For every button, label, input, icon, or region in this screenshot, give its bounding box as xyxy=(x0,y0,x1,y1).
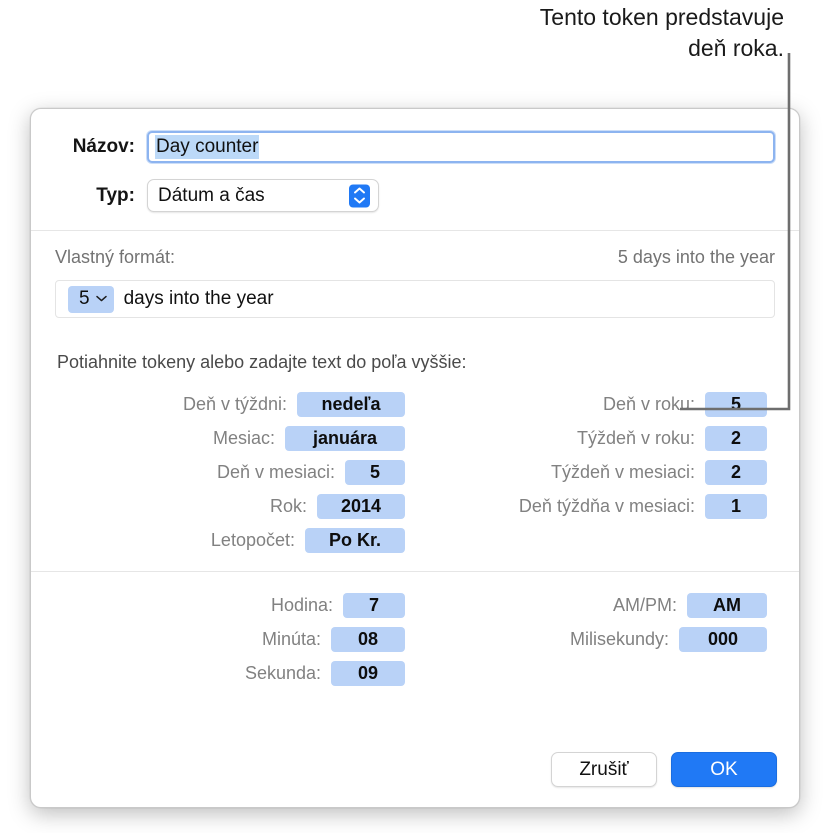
date-token-chip-4[interactable]: Po Kr. xyxy=(305,527,405,553)
time-token-label-2: Sekunda: xyxy=(244,662,321,683)
time-token-label-1: Minúta: xyxy=(261,628,321,649)
type-label: Typ: xyxy=(96,184,135,206)
chevron-up-down-icon xyxy=(349,184,370,207)
date-token-chip-3[interactable]: 2014 xyxy=(317,493,405,519)
token-row: Minúta: 08 xyxy=(55,622,405,656)
token-row: AM/PM: AM xyxy=(427,588,767,622)
date-token-right-chip-1[interactable]: 2 xyxy=(705,425,767,451)
date-token-label-2: Deň v mesiaci: xyxy=(216,461,335,482)
token-row: Milisekundy: 000 xyxy=(427,622,767,656)
token-row: Sekunda: 09 xyxy=(55,656,405,690)
date-token-label-0: Deň v týždni: xyxy=(182,393,287,414)
token-row: Týždeň v roku: 2 xyxy=(427,421,767,455)
type-popup-button[interactable]: Dátum a čas xyxy=(147,179,379,212)
cancel-button[interactable]: Zrušiť xyxy=(551,752,657,787)
type-popup-value: Dátum a čas xyxy=(158,184,265,206)
date-token-chip-1[interactable]: januára xyxy=(285,425,405,451)
format-token-label: 5 xyxy=(79,287,90,309)
date-token-chip-2[interactable]: 5 xyxy=(345,459,405,485)
token-row: Rok: 2014 xyxy=(55,489,405,523)
date-token-right-label-2: Týždeň v mesiaci: xyxy=(550,461,695,482)
date-token-right-chip-0[interactable]: 5 xyxy=(705,391,767,417)
token-row: Deň v roku: 5 xyxy=(427,387,767,421)
tokens-hint: Potiahnite tokeny alebo zadajte text do … xyxy=(57,352,467,372)
time-token-right-label-0: AM/PM: xyxy=(612,594,677,615)
format-editor-field[interactable]: 5 days into the year xyxy=(55,280,775,318)
date-token-right-label-3: Deň týždňa v mesiaci: xyxy=(518,495,695,516)
name-input-value: Day counter xyxy=(155,135,260,159)
time-token-right-chip-1[interactable]: 000 xyxy=(679,626,767,652)
custom-format-header: Vlastný formát: 5 days into the year xyxy=(55,247,775,268)
ok-button[interactable]: OK xyxy=(671,752,777,787)
format-token-day-of-year[interactable]: 5 xyxy=(68,285,114,313)
date-token-label-1: Mesiac: xyxy=(212,427,275,448)
chevron-down-icon[interactable] xyxy=(95,295,107,302)
time-token-right-chip-0[interactable]: AM xyxy=(687,592,767,618)
date-token-right-label-1: Týždeň v roku: xyxy=(576,427,695,448)
callout-text-line2: deň roka. xyxy=(688,35,784,61)
time-left-column: Hodina: 7 Minúta: 08 Sekunda: 09 xyxy=(55,588,405,690)
date-token-right-chip-2[interactable]: 2 xyxy=(705,459,767,485)
name-input[interactable]: Day counter xyxy=(147,131,775,163)
time-token-chip-2[interactable]: 09 xyxy=(331,660,405,686)
time-token-chip-0[interactable]: 7 xyxy=(343,592,405,618)
time-token-chip-1[interactable]: 08 xyxy=(331,626,405,652)
token-row: Deň v týždni: nedeľa xyxy=(55,387,405,421)
format-preview: 5 days into the year xyxy=(617,247,775,267)
time-right-column: AM/PM: AM Milisekundy: 000 xyxy=(427,588,767,690)
dialog-header-fields: Názov: Day counter Typ: Dátum a čas xyxy=(31,109,799,230)
tokens-right-column: Deň v roku: 5 Týždeň v roku: 2 Týždeň v mesi… xyxy=(427,387,767,557)
token-row: Deň v mesiaci: 5 xyxy=(55,455,405,489)
date-token-chip-0[interactable]: nedeľa xyxy=(297,391,405,417)
custom-format-section: Vlastný formát: 5 days into the year 5 d… xyxy=(31,231,799,336)
name-label: Názov: xyxy=(72,136,135,157)
type-field-row: Typ: Dátum a čas xyxy=(47,179,775,212)
date-token-right-label-0: Deň v roku: xyxy=(602,393,695,414)
time-token-right-label-1: Milisekundy: xyxy=(569,628,669,649)
token-row: Hodina: 7 xyxy=(55,588,405,622)
format-literal-text: days into the year xyxy=(123,288,274,309)
date-token-label-3: Rok: xyxy=(269,495,307,516)
name-field-row: Názov: Day counter xyxy=(47,131,775,163)
date-token-right-chip-3[interactable]: 1 xyxy=(705,493,767,519)
dialog-button-bar: Zrušiť OK xyxy=(551,752,777,787)
token-row: Týždeň v mesiaci: 2 xyxy=(427,455,767,489)
token-row: Mesiac: januára xyxy=(55,421,405,455)
callout-text: Tento token predstavuje deň roka. xyxy=(384,2,784,64)
custom-format-dialog: Názov: Day counter Typ: Dátum a čas Vlas… xyxy=(30,108,800,808)
time-token-label-0: Hodina: xyxy=(270,594,333,615)
date-token-label-4: Letopočet: xyxy=(210,529,295,550)
token-row: Letopočet: Po Kr. xyxy=(55,523,405,557)
custom-format-label: Vlastný formát: xyxy=(55,247,176,267)
tokens-section: Potiahnite tokeny alebo zadajte text do … xyxy=(31,336,799,571)
callout-text-line1: Tento token predstavuje xyxy=(539,4,784,30)
tokens-left-column: Deň v týždni: nedeľa Mesiac: januára Deň v m… xyxy=(55,387,405,557)
token-row: Deň týždňa v mesiaci: 1 xyxy=(427,489,767,523)
time-tokens-section: Hodina: 7 Minúta: 08 Sekunda: 09 AM/PM: AM Mili… xyxy=(31,572,799,700)
